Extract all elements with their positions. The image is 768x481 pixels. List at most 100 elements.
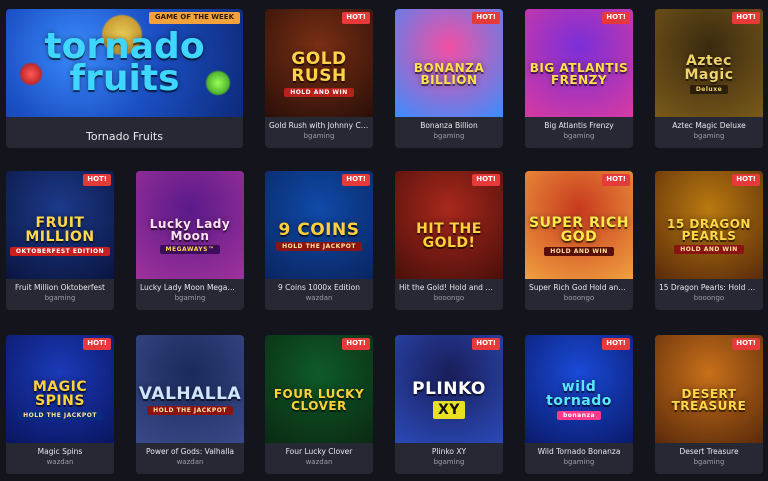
game-logo-subtitle: bonanza (556, 411, 602, 420)
game-provider: bgaming (563, 458, 595, 466)
game-provider: booongo (693, 294, 725, 302)
game-logo-text: Lucky Lady Moon (149, 217, 231, 243)
game-logo-subtitle: OKTOBERFEST EDITION (9, 247, 111, 256)
featured-game-card[interactable]: tornado fruits GAME OF THE WEEK Tornado … (6, 9, 243, 148)
game-title: Fruit Million Oktoberfest (15, 283, 105, 292)
game-title: Lucky Lady Moon Megaways (140, 283, 244, 292)
game-thumbnail[interactable]: Lucky Lady Moon MEGAWAYS™ (136, 171, 244, 279)
hot-badge: HOT! (83, 174, 111, 186)
game-logo-subtitle: Deluxe (689, 85, 729, 94)
game-provider: bgaming (44, 294, 76, 302)
game-title: Aztec Magic Deluxe (672, 121, 746, 130)
hot-badge: HOT! (472, 12, 500, 24)
game-title: Magic Spins (37, 447, 83, 456)
game-provider: bgaming (693, 458, 725, 466)
game-thumbnail[interactable]: wild tornado bonanza HOT! (525, 335, 633, 443)
game-thumbnail[interactable]: BIG ATLANTIS FRENZY HOT! (525, 9, 633, 117)
game-card[interactable]: MAGIC SPINS HOLD THE JACKPOT HOT! Magic Spi… (6, 335, 114, 474)
game-logo-subtitle: HOLD AND WIN (544, 247, 614, 256)
featured-game-thumbnail[interactable]: tornado fruits GAME OF THE WEEK (6, 9, 243, 117)
game-title: Super Rich God Hold and ... (529, 283, 633, 292)
game-logo-text: BIG ATLANTIS FRENZY (529, 61, 629, 87)
game-logo-text: SUPER RICH GOD (529, 215, 629, 245)
game-provider: wazdan (46, 458, 74, 466)
game-title: Plinko XY (431, 447, 467, 456)
game-card[interactable]: Lucky Lady Moon MEGAWAYS™ Lucky Lady Moon … (136, 171, 244, 310)
game-logo-subtitle: HOLD THE JACKPOT (147, 405, 233, 415)
game-title: Hit the Gold! Hold and Win (399, 283, 500, 292)
game-card[interactable]: 9 COINS HOLD THE JACKPOT HOT! 9 Coins 1000x… (265, 171, 373, 310)
game-logo-subtitle: HOLD THE JACKPOT (17, 411, 103, 420)
game-title: Four Lucky Clover (285, 447, 353, 456)
game-title: 9 Coins 1000x Edition (278, 283, 360, 292)
game-card[interactable]: SUPER RICH GOD HOLD AND WIN HOT! Super Rich… (525, 171, 633, 310)
game-card[interactable]: 15 DRAGON PEARLS HOLD AND WIN HOT! 15 Drago… (655, 171, 763, 310)
hot-badge: HOT! (732, 338, 760, 350)
game-card[interactable]: BIG ATLANTIS FRENZY HOT! Big Atlantis Fren… (525, 9, 633, 148)
game-card[interactable]: DESERT TREASURE HOT! Desert Treasure bgamin… (655, 335, 763, 474)
game-card[interactable]: FOUR LUCKY CLOVER HOT! Four Lucky Clover wa… (265, 335, 373, 474)
game-thumbnail[interactable]: 9 COINS HOLD THE JACKPOT HOT! (265, 171, 373, 279)
game-thumbnail[interactable]: 15 DRAGON PEARLS HOLD AND WIN HOT! (655, 171, 763, 279)
game-thumbnail[interactable]: PLINKO XY HOT! (395, 335, 503, 443)
game-card[interactable]: PLINKO XY HOT! Plinko XY bgaming (395, 335, 503, 474)
game-logo-text: FRUIT MILLION (25, 215, 95, 245)
game-thumbnail[interactable]: Aztec Magic Deluxe HOT! (655, 9, 763, 117)
game-card[interactable]: VALHALLA HOLD THE JACKPOT Power of Gods: V… (136, 335, 244, 474)
game-thumbnail[interactable]: VALHALLA HOLD THE JACKPOT (136, 335, 244, 443)
game-card[interactable]: FRUIT MILLION OKTOBERFEST EDITION HOT! Frui… (6, 171, 114, 310)
game-provider: bgaming (433, 458, 465, 466)
hot-badge: HOT! (342, 174, 370, 186)
hot-badge: HOT! (602, 12, 630, 24)
game-provider: bgaming (433, 132, 465, 140)
game-thumbnail[interactable]: HIT THE GOLD! HOT! (395, 171, 503, 279)
game-provider: bgaming (303, 132, 335, 140)
game-provider: wazdan (305, 294, 333, 302)
game-title: Bonanza Billion (420, 121, 478, 130)
game-logo-text: Aztec Magic (684, 53, 734, 83)
game-card[interactable]: Aztec Magic Deluxe HOT! Aztec Magic Deluxe b… (655, 9, 763, 148)
game-thumbnail[interactable]: FRUIT MILLION OKTOBERFEST EDITION HOT! (6, 171, 114, 279)
featured-logo-line2: fruits (69, 58, 180, 99)
game-thumbnail[interactable]: MAGIC SPINS HOLD THE JACKPOT HOT! (6, 335, 114, 443)
game-provider: booongo (563, 294, 595, 302)
game-provider: bgaming (174, 294, 206, 302)
game-card[interactable]: wild tornado bonanza HOT! Wild Tornado Bona… (525, 335, 633, 474)
game-of-the-week-badge: GAME OF THE WEEK (148, 12, 240, 24)
game-thumbnail[interactable]: GOLD RUSH HOLD AND WIN HOT! (265, 9, 373, 117)
hot-badge: HOT! (83, 338, 111, 350)
game-logo-text: 15 DRAGON PEARLS (667, 217, 751, 243)
game-thumbnail[interactable]: SUPER RICH GOD HOLD AND WIN HOT! (525, 171, 633, 279)
game-logo-text: GOLD RUSH (291, 49, 347, 86)
game-card[interactable]: GOLD RUSH HOLD AND WIN HOT! Gold Rush with … (265, 9, 373, 148)
game-logo-subtitle: XY (433, 401, 465, 419)
game-provider: bgaming (563, 132, 595, 140)
game-logo-text: DESERT TREASURE (671, 387, 747, 413)
game-thumbnail[interactable]: FOUR LUCKY CLOVER HOT! (265, 335, 373, 443)
game-card[interactable]: HIT THE GOLD! HOT! Hit the Gold! Hold and … (395, 171, 503, 310)
hot-badge: HOT! (342, 12, 370, 24)
game-title: Power of Gods: Valhalla (146, 447, 234, 456)
game-title: Wild Tornado Bonanza (537, 447, 621, 456)
game-title: Big Atlantis Frenzy (544, 121, 614, 130)
game-title: Desert Treasure (679, 447, 739, 456)
game-logo-text: HIT THE GOLD! (416, 221, 482, 251)
game-provider: wazdan (305, 458, 333, 466)
hot-badge: HOT! (602, 338, 630, 350)
game-logo-text: FOUR LUCKY CLOVER (273, 387, 365, 413)
game-logo-text: 9 COINS (278, 219, 360, 240)
game-thumbnail[interactable]: BONANZA BILLION HOT! (395, 9, 503, 117)
hot-badge: HOT! (602, 174, 630, 186)
game-provider: bgaming (693, 132, 725, 140)
game-provider: booongo (433, 294, 465, 302)
hot-badge: HOT! (732, 174, 760, 186)
game-title: Gold Rush with Johnny Cash (269, 121, 373, 130)
game-thumbnail[interactable]: DESERT TREASURE HOT! (655, 335, 763, 443)
game-card[interactable]: BONANZA BILLION HOT! Bonanza Billion bgamin… (395, 9, 503, 148)
game-logo-subtitle: MEGAWAYS™ (159, 245, 221, 254)
hot-badge: HOT! (342, 338, 370, 350)
game-logo-subtitle: HOLD AND WIN (674, 245, 744, 254)
game-logo-subtitle: HOLD THE JACKPOT (276, 241, 362, 251)
game-logo-text: wild tornado (546, 379, 612, 409)
game-logo-text: BONANZA BILLION (413, 61, 485, 87)
